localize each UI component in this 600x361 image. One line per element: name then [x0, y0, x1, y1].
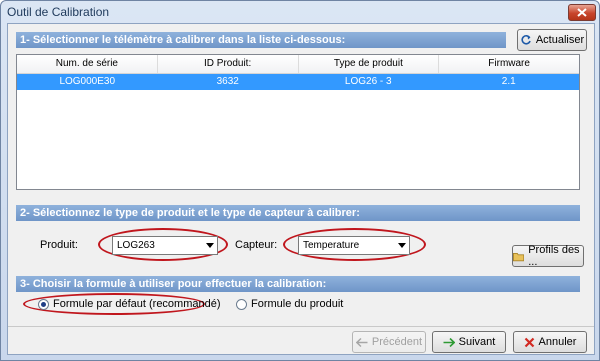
column-header-id[interactable]: ID Produit:	[158, 55, 299, 73]
cell-product-id: 3632	[216, 76, 239, 87]
section2-header: 2- Sélectionnez le type de produit et le…	[16, 205, 580, 221]
next-label: Suivant	[458, 336, 496, 348]
arrow-right-icon	[443, 337, 455, 347]
sensor-select-value: Temperature	[303, 240, 360, 251]
device-list-header: Num. de série ID Produit: Type de produi…	[17, 55, 579, 74]
arrow-left-icon	[355, 337, 368, 347]
previous-label: Précédent	[371, 336, 423, 348]
column-header-type[interactable]: Type de produit	[299, 55, 440, 73]
dialog-body: 1- Sélectionner le télémètre à calibrer …	[7, 23, 595, 355]
radio-unchecked-icon	[236, 298, 247, 310]
close-icon	[577, 8, 587, 17]
product-select-value: LOG263	[117, 240, 155, 251]
section1-header: 1- Sélectionner le télémètre à calibrer …	[16, 32, 506, 48]
close-button[interactable]	[568, 4, 596, 21]
cancel-button[interactable]: Annuler	[513, 331, 587, 353]
refresh-label: Actualiser	[535, 34, 585, 46]
folder-icon	[513, 252, 525, 261]
radio-checked-icon	[38, 298, 49, 310]
title-bar[interactable]: Outil de Calibration	[1, 1, 599, 23]
calibration-window: Outil de Calibration 1- Sélectionner le …	[0, 0, 600, 361]
window-title: Outil de Calibration	[7, 5, 110, 19]
column-header-firmware[interactable]: Firmware	[439, 55, 579, 73]
previous-button[interactable]: Précédent	[352, 331, 426, 353]
chevron-down-icon	[398, 243, 406, 248]
footer-separator	[8, 326, 594, 327]
device-list[interactable]: Num. de série ID Produit: Type de produi…	[16, 54, 580, 190]
next-button[interactable]: Suivant	[432, 331, 506, 353]
cancel-x-icon	[524, 337, 534, 347]
refresh-button[interactable]: Actualiser	[517, 29, 587, 51]
table-row[interactable]: LOG000E30 3632 LOG26 - 3 2.1	[17, 74, 579, 90]
sensor-label: Capteur:	[235, 239, 278, 251]
product-label: Produit:	[40, 239, 78, 251]
profiles-button[interactable]: Profils des ...	[512, 244, 584, 268]
radio-product-label: Formule du produit	[251, 298, 344, 310]
radio-default-formula[interactable]: Formule par défaut (recommandé)	[38, 298, 221, 310]
cell-serial: LOG000E30	[59, 76, 116, 87]
section3-header: 3- Choisir la formule à utiliser pour ef…	[16, 276, 580, 292]
refresh-icon	[521, 35, 531, 45]
cell-product-type: LOG26 - 3	[344, 76, 392, 87]
radio-product-formula[interactable]: Formule du produit	[236, 298, 343, 310]
profiles-label: Profils des ...	[528, 244, 580, 268]
cancel-label: Annuler	[538, 336, 577, 348]
sensor-select[interactable]: Temperature	[298, 236, 410, 255]
product-select[interactable]: LOG263	[112, 236, 218, 255]
radio-default-label: Formule par défaut (recommandé)	[53, 298, 221, 310]
cell-firmware: 2.1	[501, 76, 516, 87]
chevron-down-icon	[206, 243, 214, 248]
column-header-serial[interactable]: Num. de série	[17, 55, 158, 73]
